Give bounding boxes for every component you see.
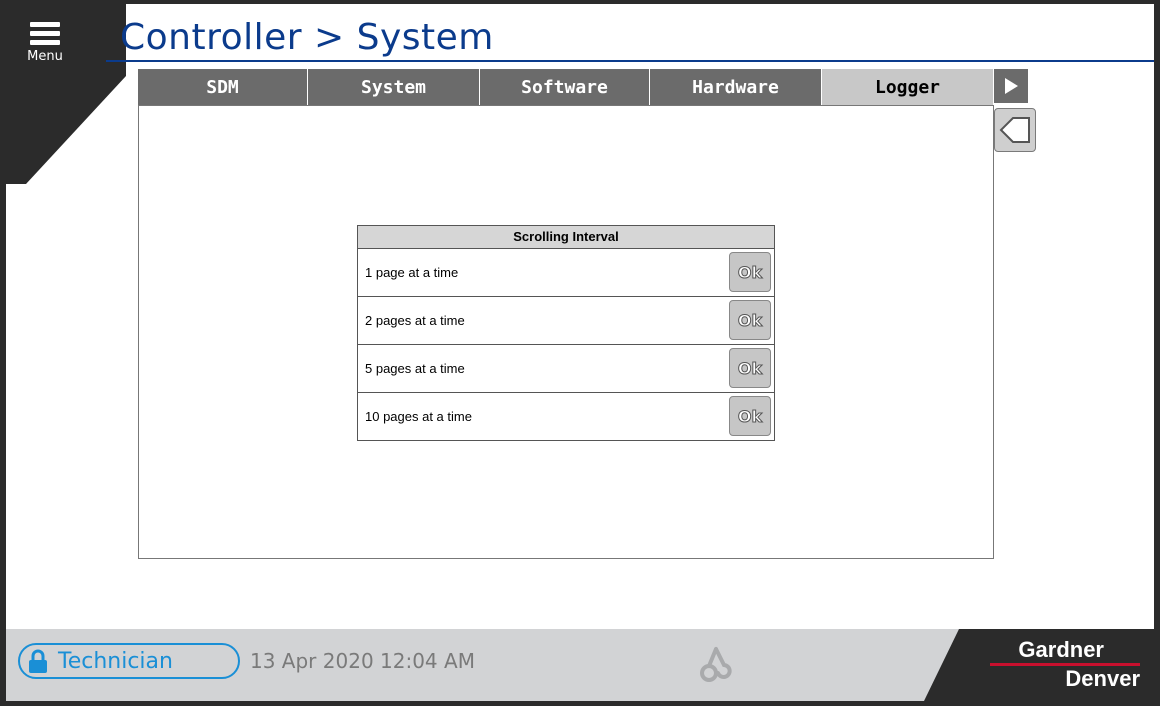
list-item: 2 pages at a time Ok — [358, 297, 774, 345]
option-label: 5 pages at a time — [365, 361, 465, 376]
menu-button[interactable]: Menu — [20, 22, 70, 74]
list-item: 1 page at a time Ok — [358, 249, 774, 297]
panel-title: Scrolling Interval — [358, 226, 774, 249]
ok-button[interactable]: Ok — [729, 300, 771, 340]
menu-label: Menu — [27, 49, 63, 64]
option-label: 2 pages at a time — [365, 313, 465, 328]
date-time: 13 Apr 2020 12:04 AM — [250, 649, 475, 673]
tab-hardware[interactable]: Hardware — [650, 69, 822, 105]
tab-logger[interactable]: Logger — [822, 69, 994, 105]
list-item: 10 pages at a time Ok — [358, 393, 774, 440]
title-underline — [106, 60, 1154, 62]
tab-scroll-right-button[interactable] — [994, 69, 1028, 103]
user-role-button[interactable]: Technician — [18, 643, 240, 679]
hamburger-icon — [20, 22, 70, 45]
back-button[interactable] — [994, 108, 1036, 152]
brand-block: Gardner Denver — [924, 629, 1154, 701]
status-bar: Technician 13 Apr 2020 12:04 AM Gardner … — [6, 629, 1154, 701]
gd-swirl-logo-icon — [694, 643, 734, 687]
scrolling-interval-panel: Scrolling Interval 1 page at a time Ok 2… — [357, 225, 775, 441]
tab-system[interactable]: System — [308, 69, 480, 105]
tab-sdm[interactable]: SDM — [138, 69, 308, 105]
option-label: 1 page at a time — [365, 265, 459, 280]
tab-software[interactable]: Software — [480, 69, 650, 105]
gardner-denver-logo: Gardner Denver — [990, 639, 1140, 690]
ok-button[interactable]: Ok — [729, 348, 771, 388]
brand-line-1: Gardner — [1018, 637, 1104, 662]
tab-bar: SDM System Software Hardware Logger — [138, 69, 994, 105]
lock-icon — [20, 645, 56, 677]
back-arrow-icon — [999, 117, 1030, 143]
user-role-label: Technician — [58, 648, 173, 674]
play-right-icon — [1005, 78, 1018, 94]
page-title: Controller > System — [120, 17, 494, 58]
option-label: 10 pages at a time — [365, 409, 472, 424]
ok-button[interactable]: Ok — [729, 252, 771, 292]
list-item: 5 pages at a time Ok — [358, 345, 774, 393]
ok-button[interactable]: Ok — [729, 396, 771, 436]
brand-line-2: Denver — [1065, 666, 1140, 691]
app-window: Menu Controller > System SDM System Soft… — [6, 4, 1154, 701]
